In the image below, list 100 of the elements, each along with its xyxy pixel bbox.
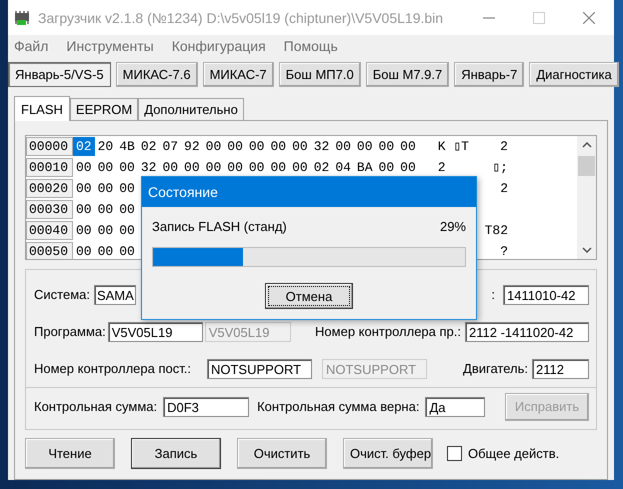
scrollbar[interactable] [577,136,596,259]
menu-item[interactable]: Конфигурация [172,38,266,54]
hex-byte[interactable]: 00 [354,137,376,156]
ascii-text: ? [500,244,508,259]
ecu-button[interactable]: Январь-5/VS-5 [8,62,111,87]
hex-byte[interactable]: 00 [267,158,290,177]
window-title: Загрузчик v2.1.8 (№1234) D:\v5v05l19 (chiptuner)\V5V05L19.bin [38,10,444,26]
percent-text: 29% [440,219,466,234]
tab[interactable]: FLASH [14,96,70,121]
menu-item[interactable]: Файл [14,38,48,54]
controller-field: NOTSUPPORT [322,358,427,378]
scroll-thumb[interactable] [578,156,595,176]
hex-byte[interactable]: 00 [73,200,95,219]
tab[interactable]: Дополнительно [138,98,244,120]
checkbox-label[interactable]: Общее действ. [468,446,560,461]
address-cell: 00010 [26,158,73,177]
hex-byte[interactable]: 02 [310,158,332,177]
hex-byte[interactable]: 00 [376,137,398,156]
ascii-text: 2 [500,181,508,196]
ecu-button[interactable]: МИКАС-7.6 [116,62,198,87]
hex-byte[interactable]: 00 [202,137,224,156]
hex-byte[interactable]: 20 [94,137,116,156]
checkbox[interactable] [447,446,462,461]
hex-byte[interactable]: 00 [332,137,354,156]
action-button[interactable]: Чтение [25,438,115,469]
tab[interactable]: EEPROM [70,98,138,120]
checksum-status-field[interactable]: Да [425,396,486,416]
action-button[interactable]: Очистить [237,438,327,469]
field-label: Номер контроллера пост.: [34,361,191,376]
hex-byte[interactable]: 4B [116,137,138,156]
action-button[interactable]: Очист. буфер [343,438,433,469]
hex-byte[interactable]: 00 [289,158,311,177]
ecu-button[interactable]: Бош М7.9.7 [366,62,450,87]
hex-byte[interactable]: 92 [181,137,203,156]
address-cell: 00000 [26,137,73,156]
menu-item[interactable]: Помощь [284,38,338,54]
scroll-down-icon[interactable] [582,247,592,253]
hex-byte[interactable]: 04 [332,158,354,177]
chip-icon [12,10,32,26]
hex-byte[interactable]: 00 [181,158,203,177]
field-label: Контрольная сумма: [34,399,158,414]
hex-byte[interactable]: 00 [116,179,138,198]
ecu-button[interactable]: Бош МП7.0 [278,62,361,87]
checksum-field[interactable]: D0F3 [163,396,250,416]
address-cell: 00050 [26,242,73,259]
hex-byte[interactable]: 00 [73,221,95,240]
address-cell: 00040 [26,221,73,240]
program-field: V5V05L19 [204,322,291,342]
hex-byte[interactable]: 00 [246,137,268,156]
address-cell: 00020 [26,179,73,198]
hex-byte[interactable]: 00 [246,158,268,177]
scroll-up-icon[interactable] [582,142,592,148]
engine-field[interactable]: 2112 [532,358,589,378]
text-field[interactable]: 1411010-42 [503,284,589,304]
hex-byte[interactable]: 00 [94,179,116,198]
hex-byte[interactable]: 00 [289,137,311,156]
close-icon[interactable] [583,12,595,24]
hex-byte[interactable]: 00 [159,158,182,177]
controller-field[interactable]: NOTSUPPORT [206,358,312,378]
hex-byte[interactable]: 00 [116,158,138,177]
cancel-button[interactable]: Отмена [265,283,353,309]
hex-byte[interactable]: 00 [202,158,224,177]
hex-byte[interactable]: 02 [73,137,95,156]
system-field[interactable]: SAMA [94,284,136,304]
hex-byte[interactable]: 00 [397,158,419,177]
controller-field[interactable]: 2112 -1411020-42 [465,322,589,342]
hex-byte[interactable]: 00 [224,158,246,177]
hex-byte[interactable]: 02 [138,137,160,156]
field-label: Двигатель: [463,361,528,376]
program-field[interactable]: V5V05L19 [108,322,203,342]
hex-byte[interactable]: 32 [138,158,160,177]
hex-byte[interactable]: 00 [73,158,95,177]
field-label: Контрольная сумма верна: [257,399,420,414]
hex-byte[interactable]: 00 [94,221,116,240]
hex-byte[interactable]: 07 [159,137,182,156]
hex-byte[interactable]: 00 [94,242,116,259]
hex-byte[interactable]: 00 [224,137,246,156]
ascii-text: K ▯T 2 [438,139,508,154]
menu-item[interactable]: Инструменты [66,38,154,54]
hex-byte[interactable]: 00 [94,158,116,177]
ascii-text: T82 [484,223,508,238]
dialog-title: Состояние [142,177,476,207]
hex-byte[interactable]: BA [354,158,376,177]
hex-byte[interactable]: 00 [376,158,398,177]
ecu-button[interactable]: Диагностика [529,62,619,87]
field-label: Программа: [34,324,106,339]
hex-byte[interactable]: 00 [116,242,138,259]
ecu-button[interactable]: Январь-7 [454,62,524,87]
hex-byte[interactable]: 32 [310,137,332,156]
hex-byte[interactable]: 00 [116,221,138,240]
hex-byte[interactable]: 00 [73,179,95,198]
hex-byte[interactable]: 00 [267,137,290,156]
field-label: Номер контроллера пр.: [315,324,461,339]
hex-byte[interactable]: 00 [116,200,138,219]
hex-byte[interactable]: 00 [397,137,419,156]
action-button[interactable]: Запись [131,438,221,469]
hex-byte[interactable]: 00 [73,242,95,259]
ecu-button[interactable]: МИКАС-7 [202,62,274,87]
hex-byte[interactable]: 00 [94,200,116,219]
field-label: Система: [34,287,90,302]
